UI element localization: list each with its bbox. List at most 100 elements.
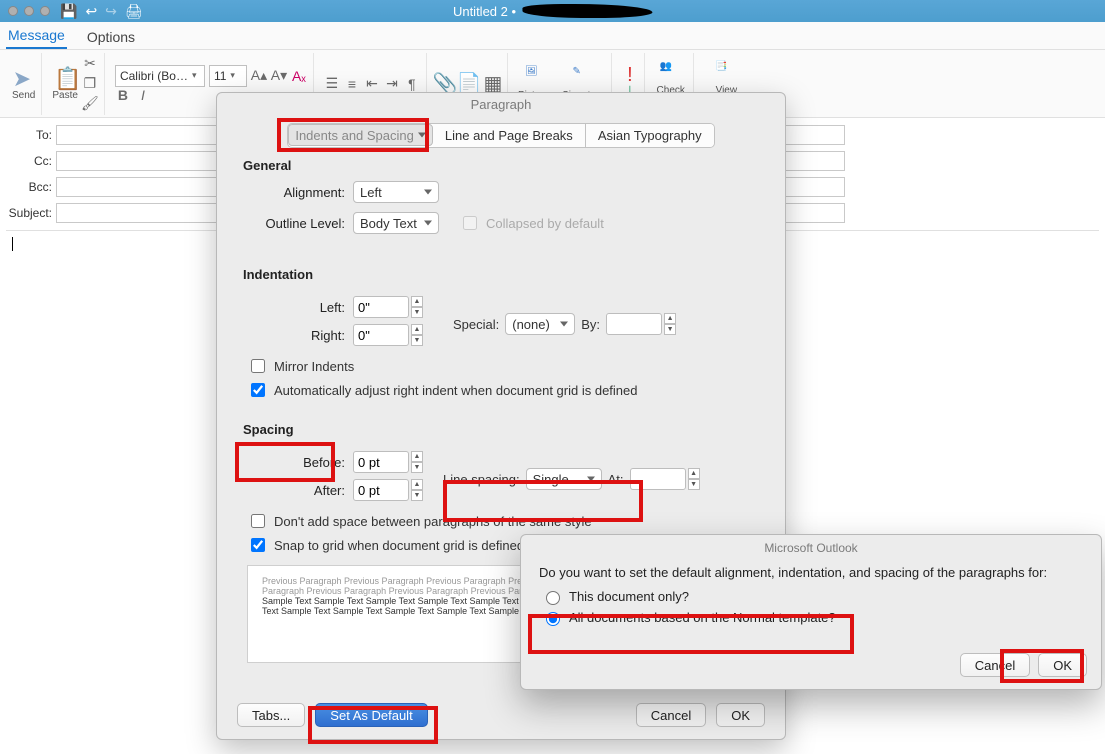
popup-cancel-button[interactable]: Cancel: [960, 653, 1030, 677]
numbering-icon[interactable]: ≡: [344, 76, 360, 92]
redo-icon[interactable]: ↪: [105, 3, 117, 20]
pilcrow-icon[interactable]: ¶: [404, 76, 420, 92]
bullets-icon[interactable]: ☰: [324, 76, 340, 92]
general-heading: General: [243, 158, 759, 173]
pictures-icon: 🖼: [525, 66, 547, 88]
font-name-select[interactable]: Calibri (Bo…▾: [115, 65, 205, 87]
spacing-after-stepper[interactable]: ▲▼: [411, 479, 423, 501]
spacing-before-input[interactable]: [353, 451, 409, 473]
mirror-indents-checkbox[interactable]: [251, 359, 265, 373]
cut-icon[interactable]: ✂: [82, 56, 98, 72]
bold-icon[interactable]: B: [115, 87, 131, 103]
line-spacing-at-input[interactable]: [630, 468, 686, 490]
tab-options[interactable]: Options: [85, 25, 137, 49]
templates-icon: 📑: [715, 61, 737, 83]
tab-asian-typography[interactable]: Asian Typography: [586, 124, 714, 147]
by-label: By:: [581, 317, 600, 332]
text-cursor-icon: [12, 237, 13, 251]
spacing-heading: Spacing: [243, 422, 759, 437]
indent-right-label: Right:: [243, 328, 353, 343]
line-spacing-at-stepper[interactable]: ▲▼: [688, 468, 700, 490]
alignment-select[interactable]: Left: [353, 181, 439, 203]
special-select[interactable]: (none): [505, 313, 575, 335]
window-titlebar: 💾 ↩ ↪ 🖨 Untitled 2 •: [0, 0, 1105, 22]
all-documents-label: All documents based on the Normal templa…: [569, 610, 836, 625]
auto-adjust-grid-label: Automatically adjust right indent when d…: [274, 383, 638, 398]
special-by-input[interactable]: [606, 313, 662, 335]
print-icon[interactable]: 🖨: [125, 3, 143, 20]
send-label: Send: [12, 90, 35, 101]
tabs-button[interactable]: Tabs...: [237, 703, 305, 727]
all-documents-radio[interactable]: [546, 612, 560, 626]
bcc-label: Bcc:: [0, 180, 56, 194]
paragraph-cancel-button[interactable]: Cancel: [636, 703, 706, 727]
close-window-icon[interactable]: [8, 6, 18, 16]
attach-file-icon[interactable]: 📎: [437, 76, 453, 92]
tab-message[interactable]: Message: [6, 23, 67, 49]
copy-icon[interactable]: ❐: [82, 76, 98, 92]
check-names-icon: 👥: [660, 61, 682, 83]
spacing-after-input[interactable]: [353, 479, 409, 501]
cc-label: Cc:: [0, 154, 56, 168]
font-size-select[interactable]: 11▾: [209, 65, 247, 87]
ribbon-tab-row: Message Options: [0, 22, 1105, 50]
popup-question: Do you want to set the default alignment…: [539, 565, 1083, 580]
format-painter-icon[interactable]: 🖌: [82, 96, 98, 112]
snap-grid-label: Snap to grid when document grid is defin…: [274, 538, 524, 553]
spacing-before-label: Before:: [243, 455, 353, 470]
paste-button[interactable]: 📋 Paste: [52, 66, 78, 101]
snap-grid-checkbox[interactable]: [251, 538, 265, 552]
set-as-default-button[interactable]: Set As Default: [315, 703, 427, 727]
send-icon: ➤: [13, 66, 35, 88]
collapsed-label: Collapsed by default: [486, 216, 604, 231]
clipboard-icon: 📋: [54, 66, 76, 88]
send-button[interactable]: ➤ Send: [12, 66, 35, 101]
table-icon[interactable]: ▦: [485, 76, 501, 92]
decrease-indent-icon[interactable]: ⇤: [364, 76, 380, 92]
spacing-after-label: After:: [243, 483, 353, 498]
increase-indent-icon[interactable]: ⇥: [384, 76, 400, 92]
window-controls[interactable]: [8, 6, 50, 16]
italic-icon[interactable]: I: [135, 87, 151, 103]
tab-line-breaks[interactable]: Line and Page Breaks: [433, 124, 586, 147]
redacted-account-icon: [522, 4, 652, 18]
signature-icon: ✎: [572, 66, 594, 88]
undo-icon[interactable]: ↩: [85, 3, 97, 20]
attach-item-icon[interactable]: 📄: [461, 76, 477, 92]
dialog-tab-segment: Indents and Spacing Line and Page Breaks…: [287, 123, 714, 148]
save-icon[interactable]: 💾: [60, 3, 77, 20]
indentation-heading: Indentation: [243, 267, 759, 282]
this-document-label: This document only?: [569, 589, 689, 604]
this-document-radio[interactable]: [546, 591, 560, 605]
indent-left-input[interactable]: [353, 296, 409, 318]
window-title: Untitled 2 •: [453, 4, 516, 19]
no-space-same-style-checkbox[interactable]: [251, 514, 265, 528]
paragraph-ok-button[interactable]: OK: [716, 703, 765, 727]
set-default-popup: Microsoft Outlook Do you want to set the…: [520, 534, 1102, 690]
alignment-label: Alignment:: [243, 185, 353, 200]
popup-title: Microsoft Outlook: [521, 535, 1101, 561]
popup-ok-button[interactable]: OK: [1038, 653, 1087, 677]
line-spacing-label: Line spacing:: [443, 472, 520, 487]
auto-adjust-grid-checkbox[interactable]: [251, 383, 265, 397]
minimize-window-icon[interactable]: [24, 6, 34, 16]
maximize-window-icon[interactable]: [40, 6, 50, 16]
spacing-before-stepper[interactable]: ▲▼: [411, 451, 423, 473]
outline-label: Outline Level:: [243, 216, 353, 231]
paste-label: Paste: [52, 90, 78, 101]
outline-select[interactable]: Body Text: [353, 212, 439, 234]
no-space-same-style-label: Don't add space between paragraphs of th…: [274, 514, 592, 529]
dialog-title: Paragraph: [217, 93, 785, 117]
tab-indents-spacing[interactable]: Indents and Spacing: [288, 124, 433, 146]
to-label: To:: [0, 128, 56, 142]
clear-format-icon[interactable]: Aₓ: [291, 68, 307, 84]
indent-right-input[interactable]: [353, 324, 409, 346]
indent-left-stepper[interactable]: ▲▼: [411, 296, 423, 318]
line-spacing-select[interactable]: Single: [526, 468, 602, 490]
special-by-stepper[interactable]: ▲▼: [664, 313, 676, 335]
subject-label: Subject:: [0, 206, 56, 220]
decrease-font-icon[interactable]: A▾: [271, 68, 287, 84]
increase-font-icon[interactable]: A▴: [251, 68, 267, 84]
indent-right-stepper[interactable]: ▲▼: [411, 324, 423, 346]
special-label: Special:: [453, 317, 499, 332]
